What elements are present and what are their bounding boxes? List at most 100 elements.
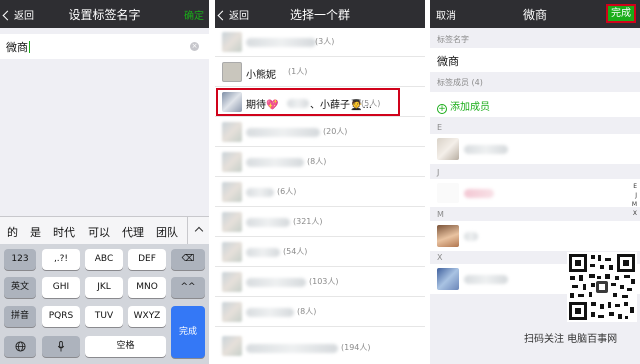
key-def[interactable]: DEF bbox=[128, 249, 166, 270]
group-row[interactable]: 小熊妮 (1人) bbox=[215, 58, 425, 87]
keyboard-done-button[interactable]: 完成 bbox=[171, 306, 205, 358]
section-letter: J bbox=[437, 168, 440, 177]
member-avatar bbox=[437, 138, 459, 160]
globe-key[interactable] bbox=[4, 336, 36, 357]
member-avatar bbox=[437, 225, 459, 247]
key-123[interactable]: 123 bbox=[4, 249, 36, 270]
group-name-blurred bbox=[246, 344, 338, 353]
member-count: (1人) bbox=[288, 67, 308, 76]
add-member-label: 添加成员 bbox=[450, 102, 490, 113]
group-avatar bbox=[222, 62, 242, 82]
key-ghi[interactable]: GHI bbox=[42, 277, 80, 298]
watermark-caption: 扫码关注 电脑百事网 bbox=[524, 334, 618, 345]
candidate-bar: 的 是 时代 可以 代理 团队 bbox=[0, 216, 209, 244]
key-pinyin[interactable]: 拼音 bbox=[4, 306, 36, 327]
group-name: 小熊妮 bbox=[246, 70, 276, 81]
member-name-blurred bbox=[464, 275, 508, 284]
group-avatar bbox=[222, 336, 242, 356]
member-count: (321人) bbox=[293, 217, 323, 226]
group-name-blurred bbox=[246, 278, 306, 287]
key-pqrs[interactable]: PQRS bbox=[42, 306, 80, 327]
group-row[interactable]: (103人) bbox=[215, 268, 425, 297]
candidate-item[interactable]: 的 bbox=[7, 224, 18, 240]
group-avatar bbox=[222, 182, 242, 202]
group-row[interactable]: (6人) bbox=[215, 178, 425, 207]
navbar: 返回 选择一个群 bbox=[215, 0, 425, 28]
member-count: (194人) bbox=[341, 343, 371, 352]
add-member-row: + 添加成员 bbox=[437, 98, 490, 114]
expand-candidates-button[interactable] bbox=[187, 217, 209, 244]
key-english[interactable]: 英文 bbox=[4, 277, 36, 298]
qr-code-image bbox=[567, 252, 637, 322]
candidate-item[interactable]: 团队 bbox=[156, 224, 178, 240]
member-count: (103人) bbox=[309, 277, 339, 286]
index-letter[interactable]: E bbox=[633, 183, 637, 190]
member-count: (8人) bbox=[297, 307, 317, 316]
index-letter[interactable]: M bbox=[632, 201, 637, 208]
page-title: 设置标签名字 bbox=[68, 8, 141, 22]
group-row[interactable]: (321人) bbox=[215, 208, 425, 237]
member-row[interactable] bbox=[430, 221, 640, 251]
navbar: 返回 设置标签名字 确定 bbox=[0, 0, 209, 28]
group-avatar bbox=[222, 32, 242, 52]
group-row[interactable]: (194人) bbox=[215, 328, 425, 364]
tag-name-input-value: 微商 bbox=[6, 41, 30, 54]
tag-name-field[interactable]: 微商 bbox=[430, 48, 640, 72]
key-tuv[interactable]: TUV bbox=[85, 306, 123, 327]
tag-name-value: 微商 bbox=[437, 55, 459, 68]
index-letter[interactable]: X bbox=[633, 210, 637, 217]
emoji-key[interactable]: ^^ bbox=[171, 277, 205, 298]
group-avatar bbox=[222, 152, 242, 172]
section-letter: X bbox=[437, 253, 443, 262]
member-count: (54人) bbox=[283, 247, 308, 256]
group-row[interactable]: (54人) bbox=[215, 238, 425, 267]
group-avatar bbox=[222, 302, 242, 322]
group-name-blurred bbox=[246, 218, 290, 227]
chevron-up-icon bbox=[194, 226, 204, 236]
clear-icon[interactable]: × bbox=[190, 42, 199, 51]
space-key[interactable]: 空格 bbox=[85, 336, 166, 357]
group-row[interactable]: (8人) bbox=[215, 298, 425, 327]
set-tag-name-screen: 返回 设置标签名字 确定 微商 × 的 是 时代 可以 代理 团队 123 ,.… bbox=[0, 0, 209, 364]
qr-code bbox=[567, 252, 637, 322]
tag-name-section-label: 标签名字 bbox=[437, 35, 469, 44]
group-avatar bbox=[222, 122, 242, 142]
index-letter[interactable]: J bbox=[635, 192, 637, 199]
navbar: 取消 微商 完成 bbox=[430, 0, 640, 28]
selection-highlight bbox=[216, 88, 400, 116]
add-member-button[interactable]: + 添加成员 bbox=[430, 92, 640, 117]
backspace-key[interactable]: ⌫ bbox=[171, 249, 205, 270]
member-avatar bbox=[437, 183, 459, 203]
group-row[interactable]: (20人) bbox=[215, 118, 425, 147]
plus-circle-icon: + bbox=[437, 104, 447, 114]
members-section-label: 标签成员 (4) bbox=[437, 78, 483, 87]
member-count: (3人) bbox=[315, 37, 335, 46]
choose-group-screen: 返回 选择一个群 (3人) 小熊妮 (1人) 期待💖 、小薛子🧑‍🎓... (5… bbox=[215, 0, 425, 364]
group-name-blurred bbox=[246, 128, 320, 137]
group-name-blurred bbox=[246, 38, 316, 47]
key-mno[interactable]: MNO bbox=[128, 277, 166, 298]
key-wxyz[interactable]: WXYZ bbox=[128, 306, 166, 327]
group-name-blurred bbox=[246, 188, 274, 197]
member-name-blurred bbox=[464, 189, 494, 198]
page-title: 选择一个群 bbox=[289, 8, 350, 22]
key-abc[interactable]: ABC bbox=[85, 249, 123, 270]
tag-name-field[interactable]: 微商 × bbox=[0, 34, 209, 59]
key-jkl[interactable]: JKL bbox=[85, 277, 123, 298]
member-name-blurred bbox=[464, 232, 478, 241]
done-button[interactable]: 完成 bbox=[606, 4, 636, 23]
emoji-icon: ^^ bbox=[180, 282, 196, 292]
candidate-item[interactable]: 是 bbox=[30, 224, 41, 240]
member-row[interactable] bbox=[430, 134, 640, 164]
confirm-button[interactable]: 确定 bbox=[184, 7, 204, 22]
group-row[interactable]: (8人) bbox=[215, 148, 425, 177]
candidate-item[interactable]: 可以 bbox=[88, 224, 110, 240]
key-punct[interactable]: ,.?! bbox=[42, 249, 80, 270]
mic-key[interactable] bbox=[42, 336, 80, 357]
section-letter: M bbox=[437, 210, 444, 219]
candidate-item[interactable]: 时代 bbox=[53, 224, 75, 240]
group-avatar bbox=[222, 242, 242, 262]
candidate-item[interactable]: 代理 bbox=[122, 224, 144, 240]
group-row[interactable]: (3人) bbox=[215, 28, 425, 57]
member-row[interactable] bbox=[430, 179, 640, 207]
